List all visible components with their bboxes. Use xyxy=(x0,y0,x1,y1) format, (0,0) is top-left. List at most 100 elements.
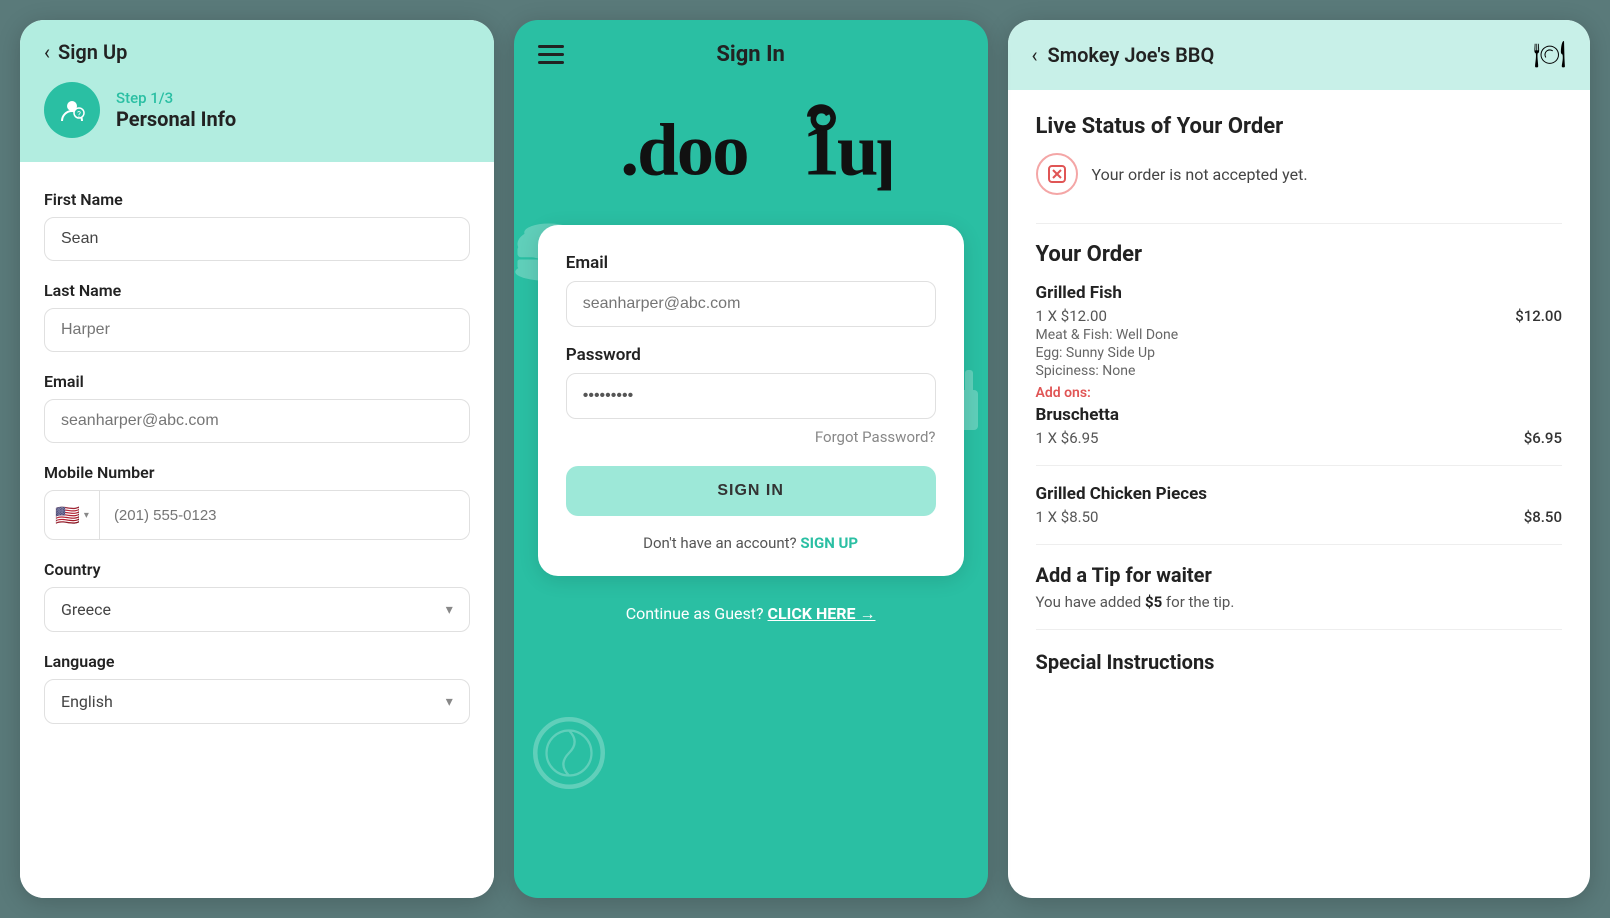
language-select[interactable]: English ▾ xyxy=(44,679,470,724)
your-order-title: Your Order xyxy=(1036,242,1562,267)
status-row: Your order is not accepted yet. xyxy=(1036,153,1562,195)
last-name-label: Last Name xyxy=(44,281,470,300)
country-select[interactable]: Greece ▾ xyxy=(44,587,470,632)
signup-back-label: Sign Up xyxy=(58,40,127,64)
last-name-group: Last Name xyxy=(44,281,470,352)
forgot-password-row: Forgot Password? xyxy=(566,427,936,446)
order-item: Grilled Fish 1 X $12.00 $12.00 Meat & Fi… xyxy=(1036,283,1562,447)
step-number: Step 1/3 xyxy=(116,89,236,107)
item-qty: 1 X $12.00 xyxy=(1036,307,1107,325)
signup-header: ‹ Sign Up ? Step 1/3 Personal Info xyxy=(20,20,494,162)
register-row: Don't have an account? SIGN UP xyxy=(566,534,936,552)
order-header: ‹ Smokey Joe's BBQ 🍽 xyxy=(1008,20,1590,90)
signin-page-title: Sign In xyxy=(716,42,785,67)
special-instructions-title: Special Instructions xyxy=(1036,650,1562,674)
item-qty-price-row: 1 X $8.50 $8.50 xyxy=(1036,508,1562,526)
addon-qty-price-row: 1 X $6.95 $6.95 xyxy=(1036,429,1562,447)
x-icon xyxy=(1047,164,1067,184)
order-item: Grilled Chicken Pieces 1 X $8.50 $8.50 xyxy=(1036,484,1562,526)
order-dish-icon[interactable]: 🍽 xyxy=(1533,40,1566,70)
item-name: Grilled Fish xyxy=(1036,283,1562,303)
back-row[interactable]: ‹ Sign Up xyxy=(44,40,470,64)
addon-price: $6.95 xyxy=(1524,429,1562,447)
addons-label: Add ons: xyxy=(1036,385,1562,401)
restaurant-name: Smokey Joe's BBQ xyxy=(1048,43,1215,67)
email-label: Email xyxy=(44,372,470,391)
item-price: $12.00 xyxy=(1515,307,1562,325)
step-row: ? Step 1/3 Personal Info xyxy=(44,82,470,138)
order-panel: ‹ Smokey Joe's BBQ 🍽 Live Status of Your… xyxy=(1008,20,1590,898)
step-icon: ? xyxy=(44,82,100,138)
signin-email-input[interactable] xyxy=(566,281,936,327)
step-text: Step 1/3 Personal Info xyxy=(116,89,236,131)
order-body: Live Status of Your Order Your order is … xyxy=(1008,90,1590,898)
app-logo: .doo 1 up xyxy=(514,99,988,205)
svg-text:up: up xyxy=(836,109,890,192)
email-field-label: Email xyxy=(566,253,936,273)
signin-password-input[interactable] xyxy=(566,373,936,419)
language-chevron-icon: ▾ xyxy=(446,694,453,710)
order-back-row: ‹ Smokey Joe's BBQ xyxy=(1032,43,1215,67)
person-icon: ? xyxy=(57,95,87,125)
guest-link[interactable]: CLICK HERE → xyxy=(768,604,876,623)
hamburger-line xyxy=(538,53,564,56)
item-meta: Meat & Fish: Well Done xyxy=(1036,327,1562,343)
tip-amount: $5 xyxy=(1145,593,1162,611)
language-group: Language English ▾ xyxy=(44,652,470,724)
divider xyxy=(1036,629,1562,630)
signin-topbar: Sign In xyxy=(514,20,988,67)
signin-card: Email Password Forgot Password? SIGN IN … xyxy=(538,225,964,576)
item-qty: 1 X $8.50 xyxy=(1036,508,1099,526)
country-group: Country Greece ▾ xyxy=(44,560,470,632)
country-label: Country xyxy=(44,560,470,579)
step-title: Personal Info xyxy=(116,107,236,131)
tip-section: Add a Tip for waiter You have added $5 f… xyxy=(1036,563,1562,611)
forgot-password-link[interactable]: Forgot Password? xyxy=(815,428,936,446)
phone-input[interactable] xyxy=(100,495,469,536)
first-name-group: First Name xyxy=(44,190,470,261)
tip-description: You have added $5 for the tip. xyxy=(1036,593,1562,611)
tip-desc-text: You have added xyxy=(1036,593,1142,611)
live-status-title: Live Status of Your Order xyxy=(1036,114,1562,139)
logo-svg: .doo 1 up xyxy=(611,99,891,194)
first-name-input[interactable] xyxy=(44,217,470,261)
signup-panel: ‹ Sign Up ? Step 1/3 Personal Info First… xyxy=(20,20,494,898)
signup-redirect-link[interactable]: SIGN UP xyxy=(800,534,858,552)
guest-row: Continue as Guest? CLICK HERE → xyxy=(514,604,988,634)
item-meta: Spiciness: None xyxy=(1036,363,1562,379)
language-label: Language xyxy=(44,652,470,671)
email-group: Email xyxy=(44,372,470,443)
item-name: Grilled Chicken Pieces xyxy=(1036,484,1562,504)
country-value: Greece xyxy=(61,600,111,619)
deco-plate-icon xyxy=(524,708,614,798)
password-field-label: Password xyxy=(566,345,936,365)
item-meta: Egg: Sunny Side Up xyxy=(1036,345,1562,361)
addon-qty: 1 X $6.95 xyxy=(1036,429,1099,447)
divider xyxy=(1036,544,1562,545)
hamburger-menu-button[interactable] xyxy=(538,45,564,64)
language-value: English xyxy=(61,692,113,711)
phone-row: 🇺🇸 ▾ xyxy=(44,490,470,540)
tip-title: Add a Tip for waiter xyxy=(1036,563,1562,587)
order-back-arrow-icon[interactable]: ‹ xyxy=(1032,43,1038,67)
svg-text:.doo: .doo xyxy=(620,109,747,192)
tip-suffix: for the tip. xyxy=(1166,593,1234,611)
flag-emoji: 🇺🇸 xyxy=(55,503,80,527)
mobile-group: Mobile Number 🇺🇸 ▾ xyxy=(44,463,470,540)
signup-body: First Name Last Name Email Mobile Number… xyxy=(20,162,494,898)
mobile-label: Mobile Number xyxy=(44,463,470,482)
last-name-input[interactable] xyxy=(44,308,470,352)
divider xyxy=(1036,465,1562,466)
email-input[interactable] xyxy=(44,399,470,443)
item-price: $8.50 xyxy=(1524,508,1562,526)
guest-text: Continue as Guest? xyxy=(626,604,764,623)
divider xyxy=(1036,223,1562,224)
flag-chevron-icon: ▾ xyxy=(84,510,89,521)
status-icon xyxy=(1036,153,1078,195)
phone-flag-selector[interactable]: 🇺🇸 ▾ xyxy=(45,491,100,539)
signin-button[interactable]: SIGN IN xyxy=(566,466,936,516)
hamburger-line xyxy=(538,45,564,48)
country-chevron-icon: ▾ xyxy=(446,602,453,618)
no-account-text: Don't have an account? xyxy=(643,534,796,552)
first-name-label: First Name xyxy=(44,190,470,209)
